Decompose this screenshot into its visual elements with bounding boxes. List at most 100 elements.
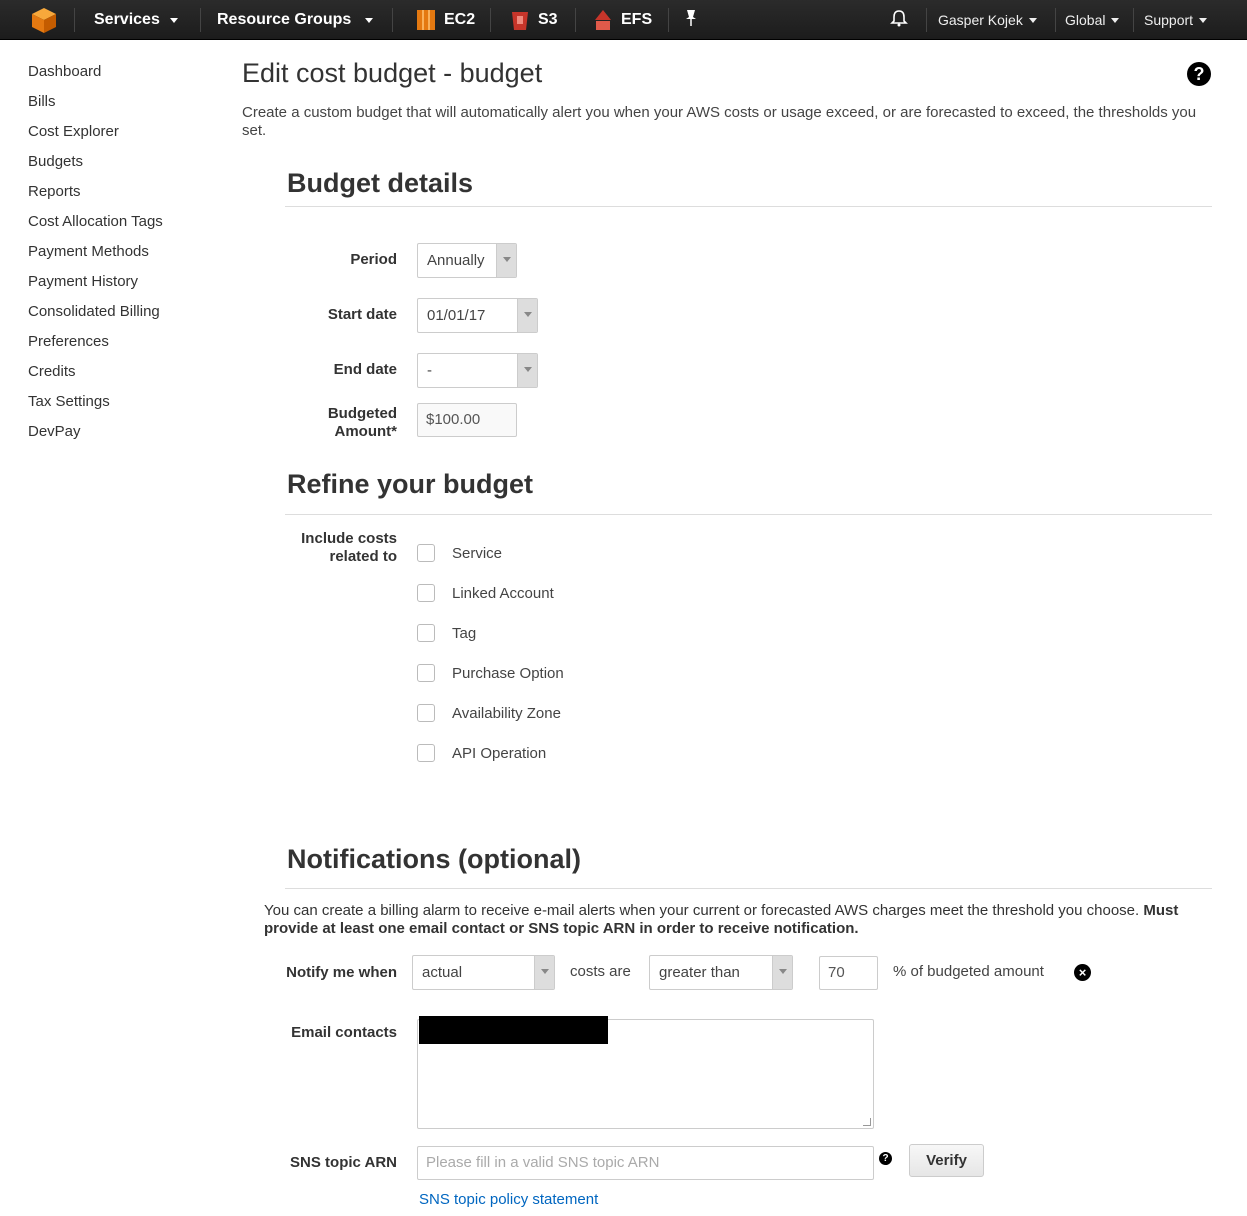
top-navigation-bar: Services Resource Groups EC2 S3 EFS Gasp…	[0, 0, 1247, 40]
include-costs-label-line2: related to	[329, 548, 397, 565]
notifications-description: You can create a billing alarm to receiv…	[264, 902, 1224, 938]
filter-api-operation-option[interactable]: API Operation	[417, 743, 546, 763]
sns-topic-label: SNS topic ARN	[290, 1154, 397, 1171]
pin-shortcut-button[interactable]	[684, 0, 698, 40]
email-contacts-label: Email contacts	[291, 1024, 397, 1041]
end-date-label: End date	[333, 361, 397, 378]
region-label: Global	[1065, 12, 1106, 28]
tag-checkbox[interactable]	[417, 624, 435, 642]
budgeted-amount-label-line2: Amount*	[334, 423, 398, 440]
region-menu[interactable]: Global	[1065, 0, 1120, 40]
chevron-down-icon	[534, 956, 554, 989]
efs-shortcut[interactable]: EFS	[593, 0, 652, 40]
sidebar-item-tax-settings[interactable]: Tax Settings	[28, 392, 228, 422]
sidebar-item-budgets[interactable]: Budgets	[28, 152, 228, 182]
api-operation-checkbox-label: API Operation	[452, 744, 547, 762]
comparison-select[interactable]: greater than	[649, 955, 793, 990]
sidebar-item-payment-methods[interactable]: Payment Methods	[28, 242, 228, 272]
user-name: Gasper Kojek	[938, 12, 1023, 28]
budgeted-amount-label: Budgeted Amount*	[247, 405, 397, 441]
resource-groups-label: Resource Groups	[217, 11, 352, 28]
filter-service-option[interactable]: Service	[417, 543, 502, 563]
service-checkbox[interactable]	[417, 544, 435, 562]
sns-policy-link[interactable]: SNS topic policy statement	[419, 1191, 598, 1208]
chevron-down-icon	[517, 299, 537, 332]
support-menu[interactable]: Support	[1144, 0, 1208, 40]
comparison-value: greater than	[659, 964, 740, 981]
sidebar-item-reports[interactable]: Reports	[28, 182, 228, 212]
sidebar-item-devpay[interactable]: DevPay	[28, 422, 228, 452]
support-label: Support	[1144, 12, 1194, 28]
end-date-select[interactable]: -	[417, 353, 538, 388]
start-date-label: Start date	[327, 306, 397, 323]
sidebar-item-credits[interactable]: Credits	[28, 362, 228, 392]
chevron-down-icon	[772, 956, 792, 989]
page-title: Edit cost budget - budget	[242, 58, 543, 88]
section-divider	[285, 514, 1212, 515]
resource-groups-menu[interactable]: Resource Groups	[217, 0, 374, 40]
chevron-down-icon	[1028, 17, 1037, 23]
tag-checkbox-label: Tag	[452, 624, 477, 642]
api-operation-checkbox[interactable]	[417, 744, 435, 762]
cost-type-select[interactable]: actual	[412, 955, 555, 990]
costs-are-text: costs are	[570, 963, 631, 980]
start-date-select[interactable]: 01/01/17	[417, 298, 538, 333]
verify-button[interactable]: Verify	[909, 1144, 984, 1177]
sidebar-item-cost-allocation-tags[interactable]: Cost Allocation Tags	[28, 212, 228, 242]
linked-account-checkbox[interactable]	[417, 584, 435, 602]
ec2-shortcut[interactable]: EC2	[416, 0, 475, 40]
purchase-option-checkbox-label: Purchase Option	[452, 664, 564, 682]
section-divider	[285, 888, 1212, 889]
sns-topic-input[interactable]: Please fill in a valid SNS topic ARN	[417, 1146, 874, 1180]
sidebar-item-cost-explorer[interactable]: Cost Explorer	[28, 122, 228, 152]
s3-shortcut[interactable]: S3	[510, 0, 558, 40]
sidebar-item-bills[interactable]: Bills	[28, 92, 228, 122]
aws-logo-icon[interactable]	[30, 6, 58, 34]
section-divider	[285, 206, 1212, 207]
efs-label: EFS	[621, 11, 653, 28]
chevron-down-icon	[1199, 17, 1208, 23]
linked-account-checkbox-label: Linked Account	[452, 584, 554, 602]
remove-notification-icon[interactable]: ×	[1074, 964, 1091, 981]
user-menu[interactable]: Gasper Kojek	[938, 0, 1037, 40]
refine-budget-heading: Refine your budget	[287, 469, 534, 499]
resize-handle-icon[interactable]	[863, 1118, 871, 1126]
ec2-label: EC2	[444, 11, 476, 28]
notify-me-when-label: Notify me when	[286, 964, 397, 981]
availability-zone-checkbox[interactable]	[417, 704, 435, 722]
services-menu[interactable]: Services	[94, 0, 178, 40]
notifications-heading: Notifications (optional)	[287, 844, 581, 874]
period-label: Period	[350, 251, 397, 268]
sidebar-item-payment-history[interactable]: Payment History	[28, 272, 228, 302]
efs-icon	[593, 8, 613, 32]
threshold-input[interactable]: 70	[819, 956, 878, 990]
chevron-down-icon	[169, 17, 178, 23]
availability-zone-checkbox-label: Availability Zone	[452, 704, 561, 722]
services-label: Services	[94, 11, 160, 28]
bell-icon	[890, 9, 908, 32]
period-value: Annually	[427, 252, 485, 269]
notifications-button[interactable]	[890, 0, 908, 40]
s3-icon	[510, 8, 530, 32]
period-select[interactable]: Annually	[417, 243, 517, 278]
budgeted-amount-input[interactable]: $100.00	[417, 403, 517, 437]
chevron-down-icon	[496, 244, 516, 277]
budgeted-amount-label-line1: Budgeted	[327, 405, 397, 422]
filter-tag-option[interactable]: Tag	[417, 623, 476, 643]
chevron-down-icon	[365, 17, 374, 23]
threshold-suffix-text: % of budgeted amount	[893, 963, 1044, 980]
sns-help-icon[interactable]: ?	[879, 1152, 892, 1165]
purchase-option-checkbox[interactable]	[417, 664, 435, 682]
pin-icon	[684, 9, 698, 32]
ec2-icon	[416, 8, 436, 32]
sidebar-item-consolidated-billing[interactable]: Consolidated Billing	[28, 302, 228, 332]
filter-purchase-option[interactable]: Purchase Option	[417, 663, 564, 683]
page-intro: Create a custom budget that will automat…	[242, 104, 1197, 139]
filter-linked-account-option[interactable]: Linked Account	[417, 583, 554, 603]
start-date-value: 01/01/17	[427, 307, 486, 324]
service-checkbox-label: Service	[452, 544, 503, 562]
help-icon[interactable]: ?	[1187, 62, 1211, 86]
sidebar-item-preferences[interactable]: Preferences	[28, 332, 228, 362]
filter-availability-zone-option[interactable]: Availability Zone	[417, 703, 561, 723]
sidebar-item-dashboard[interactable]: Dashboard	[28, 62, 228, 92]
